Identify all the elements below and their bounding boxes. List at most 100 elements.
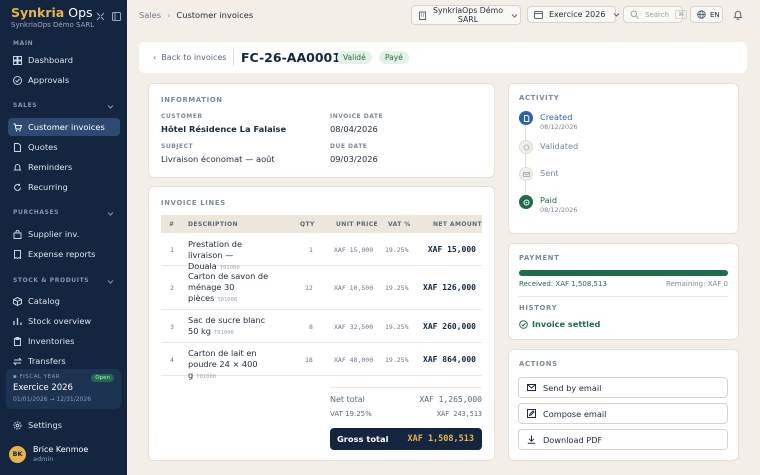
- sidebar-item-label: Settings: [28, 420, 63, 430]
- brand-accent: Ops: [68, 5, 93, 20]
- information-title: INFORMATION: [161, 96, 223, 104]
- gross-total: Gross total XAF 1,508,513: [330, 428, 482, 450]
- payment-received: Received: XAF 1,508,513: [519, 280, 607, 288]
- payment-progress-fill: [519, 270, 728, 276]
- dashboard-icon: [13, 55, 22, 65]
- section-purchases: PURCHASES: [13, 209, 60, 216]
- search-placeholder: Search: [645, 10, 670, 19]
- sidebar-item-transfers[interactable]: Transfers: [8, 352, 120, 370]
- receipt-icon: [13, 249, 22, 259]
- row-vat: 19.25%: [385, 284, 409, 292]
- row-qty: 18: [305, 356, 313, 364]
- sidebar-item-recurring[interactable]: Recurring: [8, 178, 120, 196]
- sidebar-item-customer-invoices[interactable]: Customer invoices: [8, 118, 120, 136]
- invoice-number: FC-26-AA00012: [241, 50, 350, 65]
- chevron-down-icon[interactable]: [107, 210, 114, 217]
- bell-icon: [13, 163, 22, 172]
- fiscal-year-selector[interactable]: Exercice 2026: [527, 6, 620, 23]
- company-selector[interactable]: SynkriaOps Démo SARL: [411, 5, 521, 25]
- row-unit-price: XAF 48,000: [334, 356, 374, 364]
- table-row[interactable]: 2 Carton de savon de ménage 30 pièces T01…: [161, 266, 482, 310]
- panel-icon[interactable]: [112, 12, 121, 21]
- table-row[interactable]: 3 Sac de sucre blanc 50 kg T01000 8 XAF 3…: [161, 310, 482, 343]
- send-by-email-button[interactable]: Send by email: [518, 377, 728, 398]
- compose-email-button[interactable]: Compose email: [518, 403, 728, 424]
- section-main: MAIN: [13, 40, 34, 47]
- activity-paid-date: 08/12/2026: [540, 206, 578, 214]
- breadcrumb-current: Customer invoices: [176, 10, 254, 20]
- company-name: SynkriaOps Démo SARL: [11, 21, 95, 29]
- row-vat: 19.25%: [385, 323, 409, 331]
- status-badge-paid: Payé: [379, 51, 409, 64]
- payment-title: PAYMENT: [519, 254, 560, 262]
- activity-validated: Validated: [540, 141, 579, 151]
- row-vat: 19.25%: [385, 356, 409, 364]
- col-num: #: [169, 221, 175, 228]
- mail-icon: [519, 167, 533, 181]
- globe-icon: [697, 10, 706, 19]
- clipboard-icon: [13, 336, 22, 346]
- due-date: 09/03/2026: [330, 154, 378, 164]
- sidebar-item-supplier-inv[interactable]: Supplier inv.: [8, 225, 120, 243]
- col-description: DESCRIPTION: [188, 221, 238, 228]
- sidebar-item-quotes[interactable]: Quotes: [8, 138, 120, 156]
- back-to-invoices-link[interactable]: ‹ Back to invoices: [153, 53, 226, 62]
- sidebar-item-stock-overview[interactable]: Stock overview: [8, 312, 120, 330]
- cart-icon: [13, 123, 23, 132]
- activity-paid: Paid: [540, 195, 558, 205]
- download-pdf-label: Download PDF: [543, 434, 603, 445]
- chart-icon: [13, 317, 22, 326]
- calendar-icon: [534, 10, 543, 19]
- sidebar-item-label: Reminders: [28, 162, 73, 172]
- row-net: XAF 15,000: [427, 245, 476, 254]
- sidebar-item-settings[interactable]: Settings: [8, 416, 120, 434]
- customer-name[interactable]: Hôtel Résidence La Falaise: [161, 124, 286, 134]
- sidebar-item-catalog[interactable]: Catalog: [8, 292, 120, 310]
- activity-title: ACTIVITY: [519, 94, 560, 102]
- user-profile[interactable]: BK Brice Kenmoe admin: [9, 445, 88, 463]
- gear-icon: [13, 421, 22, 430]
- timeline-line: [525, 124, 526, 202]
- breadcrumb: Sales › Customer invoices: [139, 10, 253, 20]
- activity-created: Created: [540, 112, 573, 122]
- company-selector-label: SynkriaOps Démo SARL: [433, 6, 503, 24]
- search-input[interactable]: Search ⌘: [623, 6, 688, 23]
- download-pdf-button[interactable]: Download PDF: [518, 429, 728, 450]
- due-date-label: DUE DATE: [330, 143, 368, 150]
- row-sku: T01000: [213, 330, 234, 336]
- collapse-icon[interactable]: [96, 12, 105, 21]
- chevron-down-icon[interactable]: [107, 278, 114, 285]
- divider: [233, 49, 234, 66]
- sidebar-item-inventories[interactable]: Inventories: [8, 332, 120, 350]
- user-name: Brice Kenmoe: [33, 445, 89, 454]
- sidebar-item-reminders[interactable]: Reminders: [8, 158, 120, 176]
- user-role: admin: [33, 455, 54, 463]
- divider: [518, 296, 728, 297]
- bell-icon[interactable]: [733, 10, 743, 20]
- sidebar-item-label: Customer invoices: [28, 122, 105, 132]
- sidebar-item-expense-reports[interactable]: Expense reports: [8, 245, 120, 263]
- col-net: NET AMOUNT: [433, 221, 483, 228]
- chevron-down-icon[interactable]: [107, 103, 114, 110]
- col-unit-price: UNIT PRICE: [336, 221, 379, 228]
- vat-total-value: XAF 243,513: [436, 410, 482, 418]
- sidebar-item-approvals[interactable]: Approvals: [8, 71, 120, 89]
- row-vat: 19.25%: [385, 246, 409, 254]
- language-selector[interactable]: EN: [690, 6, 723, 23]
- fiscal-year-panel[interactable]: ▪ FISCAL YEAR Open Exercice 2026 01/01/2…: [6, 369, 121, 409]
- customer-label: CUSTOMER: [161, 113, 203, 120]
- building-icon: [418, 11, 427, 20]
- sidebar-item-label: Inventories: [28, 336, 75, 346]
- table-row[interactable]: 1 Prestation de livraison — Douala T01000…: [161, 233, 482, 271]
- invoice-date: 08/04/2026: [330, 124, 378, 134]
- sidebar-item-dashboard[interactable]: Dashboard: [8, 51, 120, 69]
- edit-icon: [527, 409, 536, 418]
- breadcrumb-sales[interactable]: Sales: [139, 10, 161, 20]
- created-icon: [519, 111, 533, 125]
- row-net: XAF 126,000: [423, 283, 476, 292]
- brand[interactable]: Synkria Ops SynkriaOps Démo SARL: [11, 5, 94, 29]
- sidebar-item-label: Stock overview: [28, 316, 92, 326]
- brand-name: Synkria Ops: [11, 5, 94, 20]
- paid-icon: [519, 195, 533, 209]
- table-row[interactable]: 4 Carton de lait en poudre 24 × 400 g T01…: [161, 343, 482, 380]
